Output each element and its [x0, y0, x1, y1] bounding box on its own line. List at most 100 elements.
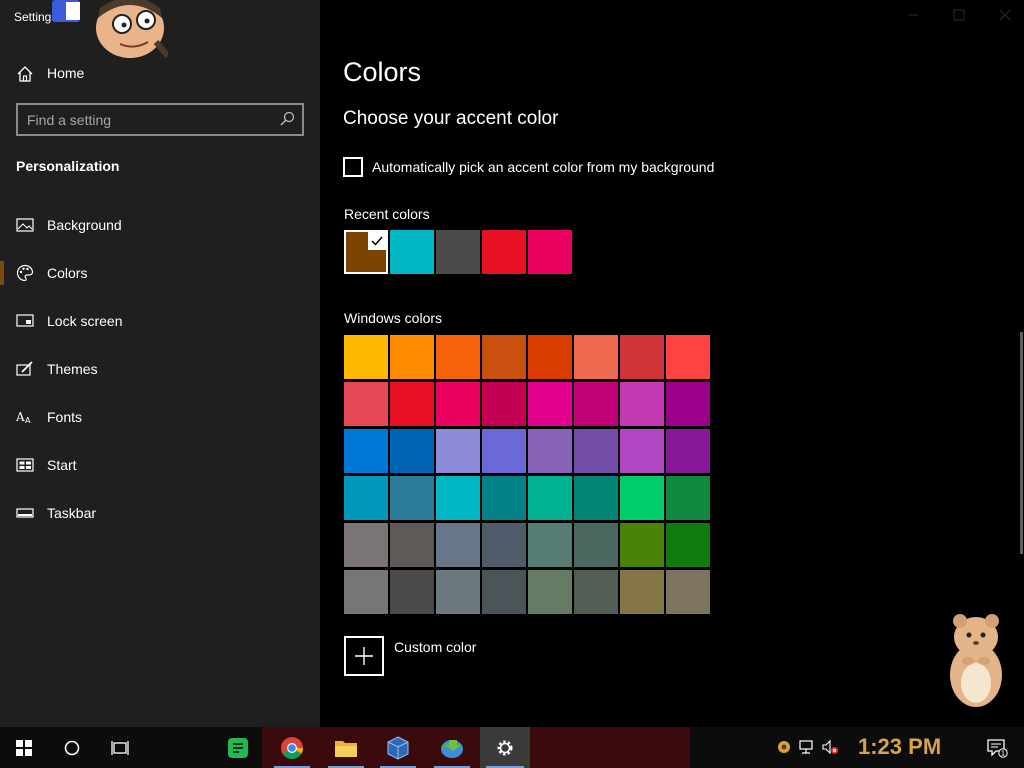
globe-download-icon: [441, 739, 463, 758]
fonts-icon: A A: [16, 410, 31, 425]
windows-color-swatch[interactable]: [436, 570, 480, 614]
windows-color-swatch[interactable]: [666, 570, 710, 614]
search-icon[interactable]: [279, 111, 295, 127]
network-icon[interactable]: [798, 739, 814, 755]
settings-app[interactable]: [480, 727, 530, 768]
internet-download-manager-app[interactable]: [428, 727, 476, 768]
windows-color-swatch[interactable]: [528, 570, 572, 614]
windows-colors-label: Windows colors: [344, 310, 443, 326]
windows-color-swatch[interactable]: [528, 523, 572, 567]
sidebar-item-taskbar[interactable]: Taskbar: [0, 491, 320, 535]
action-center-button[interactable]: 1: [974, 727, 1020, 768]
volume-muted-icon[interactable]: [822, 739, 838, 755]
windows-color-swatch[interactable]: [482, 382, 526, 426]
auto-pick-accent-row[interactable]: Automatically pick an accent color from …: [343, 157, 714, 177]
chrome-icon: [281, 736, 303, 759]
windows-color-swatch[interactable]: [390, 429, 434, 473]
gear-icon: [497, 740, 513, 755]
windows-color-swatch[interactable]: [436, 476, 480, 520]
cortana-button[interactable]: [48, 727, 96, 768]
minimize-icon[interactable]: [906, 8, 920, 22]
windows-color-swatch[interactable]: [528, 429, 572, 473]
sidebar-item-label: Start: [47, 457, 77, 473]
windows-color-swatch[interactable]: [528, 335, 572, 379]
sidebar-item-background[interactable]: Background: [0, 203, 320, 247]
recent-color-swatch[interactable]: [436, 230, 480, 274]
main-content: Colors Choose your accent color Automati…: [320, 0, 1024, 727]
windows-color-swatch[interactable]: [436, 523, 480, 567]
recent-color-swatch[interactable]: [390, 230, 434, 274]
recent-color-swatch[interactable]: [344, 230, 388, 274]
custom-color-button[interactable]: [344, 636, 384, 676]
windows-color-swatch[interactable]: [482, 523, 526, 567]
windows-color-swatch[interactable]: [344, 429, 388, 473]
folder-icon: [335, 740, 357, 757]
close-icon[interactable]: [998, 8, 1012, 22]
page-title: Colors: [343, 57, 422, 87]
sidebar-item-label: Themes: [47, 361, 98, 377]
green-notes-app[interactable]: [214, 727, 262, 768]
windows-color-swatch[interactable]: [574, 335, 618, 379]
maximize-icon[interactable]: [952, 8, 966, 22]
sidebar-item-start[interactable]: Start: [0, 443, 320, 487]
windows-color-swatch[interactable]: [344, 476, 388, 520]
action-center-icon: 1: [987, 738, 1008, 758]
active-indicator: [0, 261, 4, 285]
task-view-button[interactable]: [96, 727, 144, 768]
scrollbar[interactable]: [1020, 332, 1023, 554]
sidebar-item-fonts[interactable]: A A Fonts: [0, 395, 320, 439]
windows-color-swatch[interactable]: [574, 476, 618, 520]
windows-color-swatch[interactable]: [620, 335, 664, 379]
windows-color-swatch[interactable]: [390, 335, 434, 379]
windows-color-swatch[interactable]: [436, 382, 480, 426]
tray-app-icon[interactable]: [776, 739, 792, 755]
search-box[interactable]: [16, 103, 304, 136]
chrome-app[interactable]: [268, 727, 316, 768]
home-nav-item[interactable]: Home: [0, 54, 320, 94]
windows-color-swatch[interactable]: [620, 476, 664, 520]
search-input[interactable]: [27, 111, 277, 129]
windows-color-swatch[interactable]: [390, 570, 434, 614]
sidebar-item-label: Colors: [47, 265, 88, 281]
windows-color-swatch[interactable]: [666, 382, 710, 426]
windows-color-swatch[interactable]: [528, 382, 572, 426]
windows-color-swatch[interactable]: [344, 335, 388, 379]
windows-color-swatch[interactable]: [574, 382, 618, 426]
windows-color-swatch[interactable]: [344, 382, 388, 426]
windows-color-swatch[interactable]: [482, 335, 526, 379]
windows-color-swatch[interactable]: [620, 429, 664, 473]
windows-color-swatch[interactable]: [574, 523, 618, 567]
sidebar-item-lock-screen[interactable]: Lock screen: [0, 299, 320, 343]
windows-color-swatch[interactable]: [344, 570, 388, 614]
windows-color-swatch[interactable]: [620, 570, 664, 614]
windows-color-swatch[interactable]: [390, 476, 434, 520]
recent-color-swatch[interactable]: [528, 230, 572, 274]
windows-color-swatch[interactable]: [482, 429, 526, 473]
taskbar-clock[interactable]: 1:23 PM: [858, 734, 941, 760]
auto-pick-accent-checkbox[interactable]: [343, 157, 363, 177]
windows-color-swatch[interactable]: [390, 382, 434, 426]
windows-color-swatch[interactable]: [528, 476, 572, 520]
start-button[interactable]: [0, 727, 48, 768]
windows-color-swatch[interactable]: [666, 523, 710, 567]
sidebar-item-colors[interactable]: Colors: [0, 251, 320, 295]
windows-color-swatch[interactable]: [436, 429, 480, 473]
windows-color-swatch[interactable]: [482, 476, 526, 520]
windows-color-swatch[interactable]: [574, 570, 618, 614]
windows-color-swatch[interactable]: [574, 429, 618, 473]
windows-color-swatch[interactable]: [666, 335, 710, 379]
brush-icon: [16, 361, 33, 376]
sidebar-item-themes[interactable]: Themes: [0, 347, 320, 391]
windows-color-swatch[interactable]: [436, 335, 480, 379]
file-explorer-app[interactable]: [322, 727, 370, 768]
plus-icon: [355, 647, 373, 665]
windows-color-swatch[interactable]: [482, 570, 526, 614]
virtualbox-app[interactable]: [374, 727, 422, 768]
windows-color-swatch[interactable]: [620, 523, 664, 567]
recent-color-swatch[interactable]: [482, 230, 526, 274]
windows-color-swatch[interactable]: [620, 382, 664, 426]
windows-color-swatch[interactable]: [344, 523, 388, 567]
windows-color-swatch[interactable]: [666, 429, 710, 473]
windows-color-swatch[interactable]: [390, 523, 434, 567]
windows-color-swatch[interactable]: [666, 476, 710, 520]
